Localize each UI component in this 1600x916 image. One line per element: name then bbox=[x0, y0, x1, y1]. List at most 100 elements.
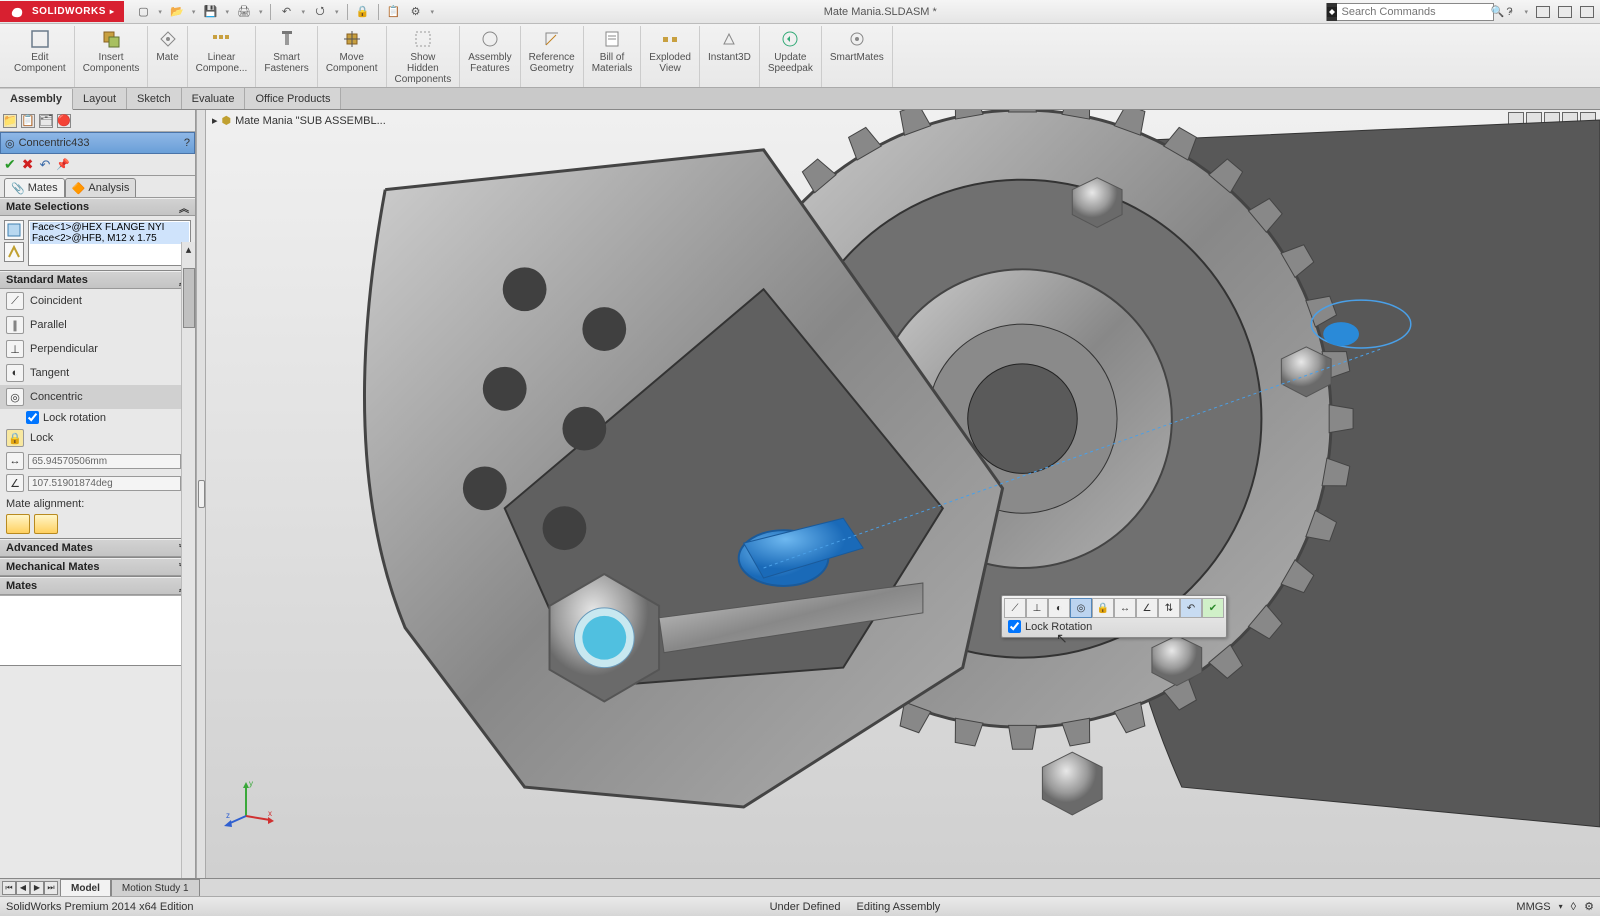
coincident-icon: ⟋ bbox=[6, 292, 24, 310]
anti-aligned-button[interactable] bbox=[34, 514, 58, 534]
ribbon-update-speedpak[interactable]: UpdateSpeedpak bbox=[760, 26, 822, 87]
undo-button[interactable]: ↶ bbox=[39, 157, 50, 173]
entity-icon-1[interactable] bbox=[4, 220, 24, 240]
ribbon-insert-components[interactable]: InsertComponents bbox=[75, 26, 149, 87]
entity-icon-2[interactable] bbox=[4, 242, 24, 262]
ok-button[interactable]: ✔ bbox=[4, 156, 16, 173]
close-button[interactable] bbox=[1580, 6, 1594, 18]
ribbon-move-component[interactable]: MoveComponent bbox=[318, 26, 387, 87]
mates-list-section: Mates︽ bbox=[0, 577, 195, 666]
ribbon-bom[interactable]: Bill ofMaterials bbox=[584, 26, 642, 87]
mate-coincident[interactable]: ⟋Coincident bbox=[0, 289, 195, 313]
status-units[interactable]: MMGS bbox=[1516, 901, 1550, 913]
minimize-button[interactable] bbox=[1536, 6, 1550, 18]
help-icon[interactable]: ? bbox=[1502, 5, 1516, 19]
options2-icon[interactable]: ⚙ bbox=[409, 5, 423, 19]
tab-assembly[interactable]: Assembly bbox=[0, 89, 73, 110]
cancel-button[interactable]: ✖ bbox=[22, 156, 34, 173]
ctx-distance[interactable]: ↔ bbox=[1114, 598, 1136, 618]
rebuild-icon[interactable]: 🔒 bbox=[356, 5, 370, 19]
status-icon-2[interactable]: ⚙ bbox=[1584, 900, 1594, 913]
tangent-icon: ◐ bbox=[6, 364, 24, 382]
new-file-icon[interactable]: ▢ bbox=[136, 5, 150, 19]
title-bar: SOLIDWORKS ▸ ▢▾ 📂▾ 💾▾ 🖨▾ ↶▾ ⭯▾ 🔒 📋 ⚙▾ Ma… bbox=[0, 0, 1600, 24]
angle-input[interactable] bbox=[28, 476, 181, 491]
ctx-concentric[interactable]: ◎ bbox=[1070, 598, 1092, 618]
ctx-align[interactable]: ⇅ bbox=[1158, 598, 1180, 618]
property-manager-icon[interactable]: 📋 bbox=[21, 114, 35, 128]
feature-manager-icon[interactable]: 📁 bbox=[3, 114, 17, 128]
distance-icon: ↔ bbox=[6, 452, 24, 470]
advanced-mates-section[interactable]: Advanced Mates︾ bbox=[0, 539, 195, 558]
ribbon-instant3d[interactable]: Instant3D bbox=[700, 26, 760, 87]
ctx-coincident[interactable]: ⟋ bbox=[1004, 598, 1026, 618]
tab-nav-prev[interactable]: ◀ bbox=[16, 881, 30, 895]
ribbon-edit-component[interactable]: EditComponent bbox=[6, 26, 75, 87]
ctx-undo[interactable]: ↶ bbox=[1180, 598, 1202, 618]
ctx-ok[interactable]: ✔ bbox=[1202, 598, 1224, 618]
ribbon-assembly-features[interactable]: AssemblyFeatures bbox=[460, 26, 520, 87]
mates-list-body[interactable] bbox=[0, 595, 195, 665]
graphics-viewport[interactable]: ▸ ⬢ Mate Mania "SUB ASSEMBL... ✔ ✖ bbox=[206, 110, 1600, 878]
tab-sketch[interactable]: Sketch bbox=[127, 88, 182, 109]
status-edition: SolidWorks Premium 2014 x64 Edition bbox=[6, 901, 194, 913]
analysis-tab[interactable]: 🔶Analysis bbox=[65, 178, 137, 197]
restore-button[interactable] bbox=[1558, 6, 1572, 18]
tab-nav-next[interactable]: ▶ bbox=[30, 881, 44, 895]
standard-mates-header[interactable]: Standard Mates︽ bbox=[0, 271, 195, 289]
save-icon[interactable]: 💾 bbox=[203, 5, 217, 19]
view-triad[interactable]: y x z bbox=[224, 778, 274, 828]
mate-perpendicular[interactable]: ⊥Perpendicular bbox=[0, 337, 195, 361]
pushpin-icon[interactable]: 📌 bbox=[56, 158, 70, 171]
scroll-up-icon[interactable]: ▴ bbox=[182, 242, 195, 256]
mates-tab[interactable]: 📎Mates bbox=[4, 178, 65, 197]
ribbon-exploded-view[interactable]: ExplodedView bbox=[641, 26, 700, 87]
config-manager-icon[interactable]: 🗂 bbox=[39, 114, 53, 128]
search-commands-box[interactable]: 🔍 ▾ bbox=[1326, 3, 1494, 21]
select-icon[interactable]: ⭯ bbox=[313, 5, 327, 19]
logo-dropdown-icon[interactable]: ▸ bbox=[110, 7, 115, 16]
mate-selection-list[interactable]: Face<1>@HEX FLANGE NYI Face<2>@HFB, M12 … bbox=[28, 220, 191, 266]
ctx-tangent[interactable]: ◐ bbox=[1048, 598, 1070, 618]
mechanical-mates-section[interactable]: Mechanical Mates︾ bbox=[0, 558, 195, 577]
ctx-lock-rotation-checkbox[interactable] bbox=[1008, 620, 1021, 633]
help-pin-icon[interactable]: ? bbox=[184, 137, 190, 149]
scroll-thumb[interactable] bbox=[183, 268, 195, 328]
tab-nav-first[interactable]: ⏮ bbox=[2, 881, 16, 895]
ctx-perpendicular[interactable]: ⊥ bbox=[1026, 598, 1048, 618]
undo-icon[interactable]: ↶ bbox=[279, 5, 293, 19]
tab-nav-last[interactable]: ⏭ bbox=[44, 881, 58, 895]
bottom-tab-model[interactable]: Model bbox=[60, 879, 111, 896]
bottom-tab-motion[interactable]: Motion Study 1 bbox=[111, 879, 200, 896]
options-icon[interactable]: 📋 bbox=[387, 5, 401, 19]
mates-list-header[interactable]: Mates︽ bbox=[0, 577, 195, 595]
mate-tangent[interactable]: ◐Tangent bbox=[0, 361, 195, 385]
ribbon-smartmates[interactable]: SmartMates bbox=[822, 26, 893, 87]
mate-lock[interactable]: 🔒Lock bbox=[0, 426, 195, 450]
display-manager-icon[interactable]: 🔴 bbox=[57, 114, 71, 128]
ctx-lock[interactable]: 🔒 bbox=[1092, 598, 1114, 618]
face-entry-1[interactable]: Face<1>@HEX FLANGE NYI bbox=[30, 222, 189, 233]
tab-office-products[interactable]: Office Products bbox=[245, 88, 341, 109]
ribbon-reference-geometry[interactable]: ReferenceGeometry bbox=[521, 26, 584, 87]
mate-selections-header[interactable]: Mate Selections︽ bbox=[0, 198, 195, 216]
splitter-handle[interactable] bbox=[196, 110, 206, 878]
distance-input[interactable] bbox=[28, 454, 181, 469]
status-icon-1[interactable]: ◊ bbox=[1571, 901, 1576, 913]
ribbon-show-hidden[interactable]: ShowHiddenComponents bbox=[387, 26, 461, 87]
tab-evaluate[interactable]: Evaluate bbox=[182, 88, 246, 109]
aligned-button[interactable] bbox=[6, 514, 30, 534]
sidebar-scrollbar[interactable]: ▴ bbox=[181, 242, 195, 878]
ctx-angle[interactable]: ∠ bbox=[1136, 598, 1158, 618]
open-file-icon[interactable]: 📂 bbox=[170, 5, 184, 19]
print-icon[interactable]: 🖨 bbox=[237, 5, 251, 19]
mate-parallel[interactable]: ∥Parallel bbox=[0, 313, 195, 337]
ribbon-mate[interactable]: Mate bbox=[148, 26, 187, 87]
ribbon-smart-fasteners[interactable]: SmartFasteners bbox=[256, 26, 317, 87]
search-input[interactable] bbox=[1337, 6, 1487, 18]
lock-rotation-checkbox[interactable] bbox=[26, 411, 39, 424]
tab-layout[interactable]: Layout bbox=[73, 88, 127, 109]
ribbon-linear-pattern[interactable]: LinearCompone... bbox=[188, 26, 257, 87]
face-entry-2[interactable]: Face<2>@HFB, M12 x 1.75 bbox=[30, 233, 189, 244]
mate-concentric[interactable]: ◎Concentric bbox=[0, 385, 195, 409]
